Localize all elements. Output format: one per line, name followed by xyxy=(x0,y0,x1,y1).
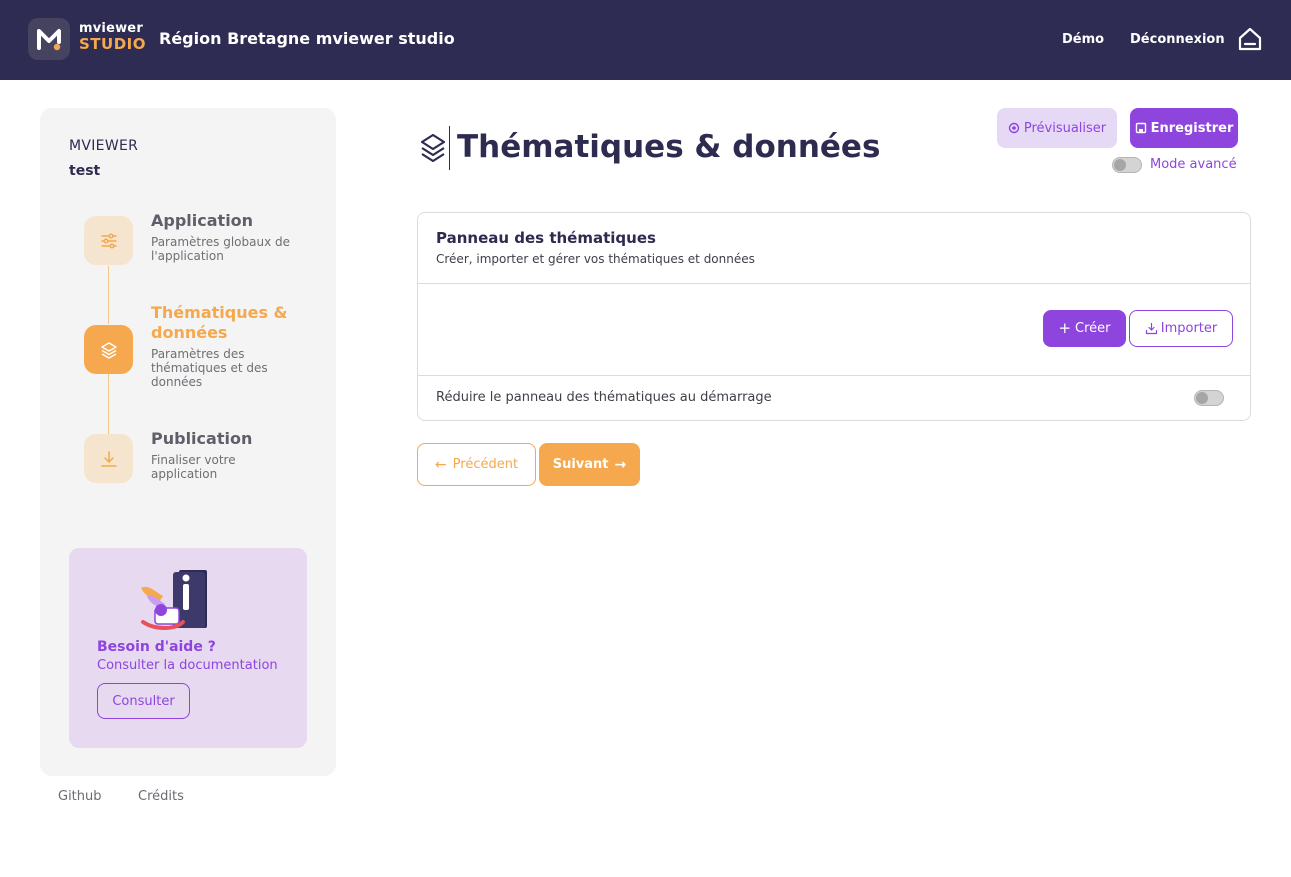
arrow-left-icon: ← xyxy=(434,456,447,473)
step-publication-icon-box[interactable] xyxy=(84,434,133,483)
step-connector xyxy=(108,266,109,324)
save-button[interactable]: Enregistrer xyxy=(1130,108,1238,148)
step-publication-label[interactable]: Publication xyxy=(151,429,252,449)
title-separator xyxy=(449,126,450,170)
sidebar: MVIEWER test Application Paramètres glob… xyxy=(40,108,336,776)
preview-icon xyxy=(1008,122,1020,134)
import-label: Importer xyxy=(1160,321,1218,336)
next-label: Suivant xyxy=(552,457,609,472)
reduce-panel-toggle[interactable] xyxy=(1194,390,1224,406)
app-title: Région Bretagne mviewer studio xyxy=(159,29,455,48)
previous-label: Précédent xyxy=(452,457,519,472)
create-button[interactable]: + Créer xyxy=(1043,310,1126,347)
reduce-panel-label: Réduire le panneau des thématiques au dé… xyxy=(436,390,772,405)
step-application-icon-box[interactable] xyxy=(84,216,133,265)
step-thematiques-label[interactable]: Thématiques & données xyxy=(151,303,291,343)
step-publication-description: Finaliser votre application xyxy=(151,453,236,481)
plus-icon: + xyxy=(1058,319,1072,337)
step-application-label[interactable]: Application xyxy=(151,211,253,231)
footer-github-link[interactable]: Github xyxy=(58,789,102,804)
home-icon[interactable] xyxy=(1238,27,1262,51)
sidebar-app-name: test xyxy=(69,163,101,179)
layers-icon xyxy=(420,133,446,163)
advanced-mode-label: Mode avancé xyxy=(1150,157,1237,172)
arrow-right-icon: → xyxy=(614,456,627,473)
divider xyxy=(418,283,1250,284)
step-application-description: Paramètres globaux de l'application xyxy=(151,235,291,263)
nav-demo-link[interactable]: Démo xyxy=(1062,32,1104,47)
preview-button[interactable]: Prévisualiser xyxy=(997,108,1117,148)
step-connector xyxy=(108,374,109,434)
logo-line2: STUDIO xyxy=(79,35,146,53)
panel-subtitle: Créer, importer et gérer vos thématiques… xyxy=(436,252,755,266)
download-icon xyxy=(100,450,117,467)
panel-title: Panneau des thématiques xyxy=(436,229,656,247)
help-title: Besoin d'aide ? xyxy=(97,639,216,655)
logo-line1: mviewer xyxy=(79,21,143,36)
logo-wordmark: mviewer STUDIO xyxy=(79,22,146,52)
top-navbar: mviewer STUDIO Région Bretagne mviewer s… xyxy=(0,0,1291,80)
step-thematiques-description: Paramètres des thématiques et des donnée… xyxy=(151,347,268,389)
footer-credits-link[interactable]: Crédits xyxy=(138,789,184,804)
nav-logout-link[interactable]: Déconnexion xyxy=(1130,32,1225,47)
divider xyxy=(418,375,1250,376)
thematic-panel-card: Panneau des thématiques Créer, importer … xyxy=(417,212,1251,421)
advanced-mode-toggle[interactable] xyxy=(1112,157,1142,173)
preview-label: Prévisualiser xyxy=(1023,120,1107,136)
previous-button[interactable]: ← Précédent xyxy=(417,443,536,486)
save-label: Enregistrer xyxy=(1150,120,1234,136)
help-illustration-icon xyxy=(141,570,207,630)
save-icon xyxy=(1135,122,1146,134)
sliders-icon xyxy=(100,232,117,249)
create-label: Créer xyxy=(1075,321,1111,336)
help-documentation-link[interactable]: Consulter la documentation xyxy=(97,658,278,673)
sidebar-title: MVIEWER xyxy=(69,138,139,154)
download-icon xyxy=(1145,322,1157,335)
consult-button[interactable]: Consulter xyxy=(97,683,190,719)
step-thematiques-icon-box[interactable] xyxy=(84,325,133,374)
page-title: Thématiques & données xyxy=(457,129,881,165)
next-button[interactable]: Suivant → xyxy=(539,443,640,486)
import-button[interactable]: Importer xyxy=(1129,310,1233,347)
mviewer-logo-icon[interactable] xyxy=(28,18,70,60)
layers-icon xyxy=(100,341,117,359)
help-box: Besoin d'aide ? Consulter la documentati… xyxy=(69,548,307,748)
